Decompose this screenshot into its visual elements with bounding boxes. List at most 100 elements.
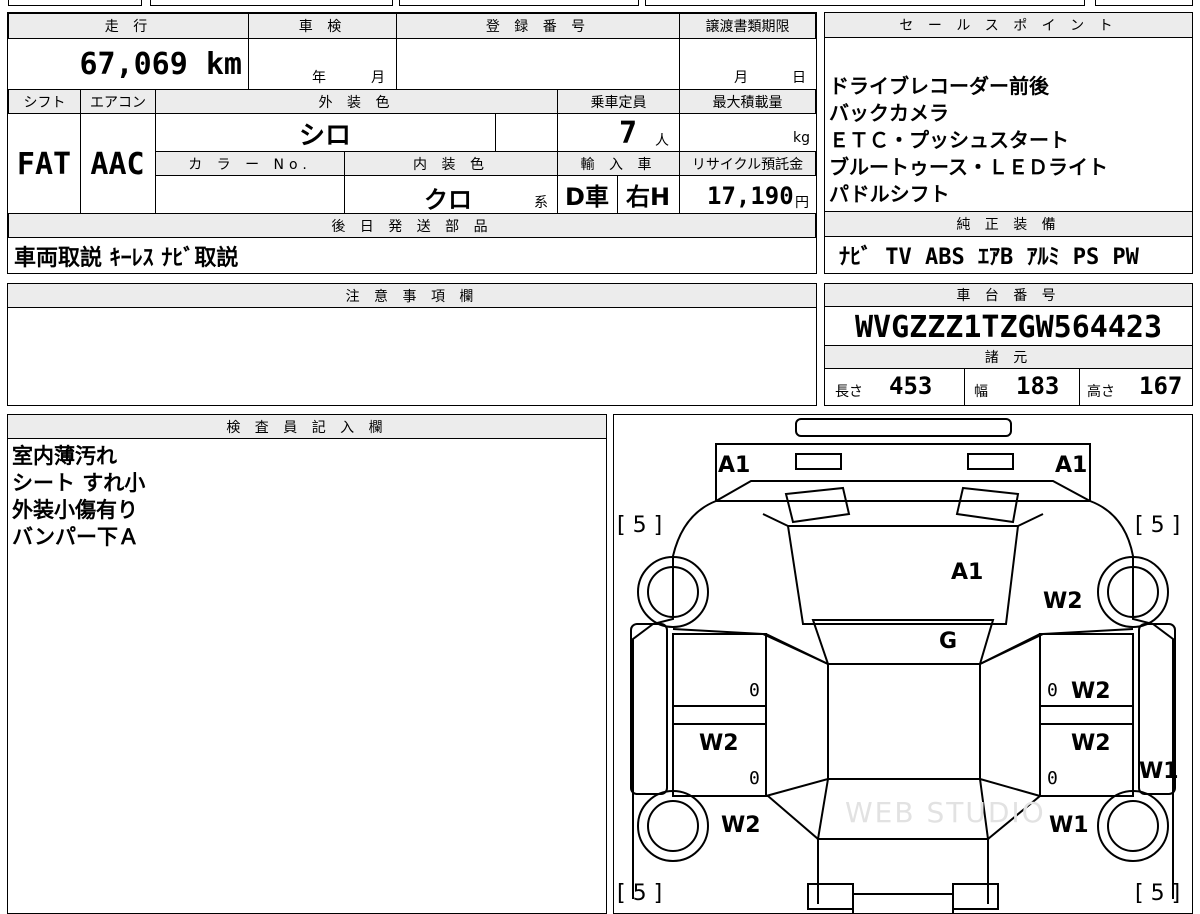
steering-value: 右H [625,183,671,211]
chassis-panel: 車 台 番 号 WVGZZZ1TZGW564423 諸 元 長さ 453 幅 1… [824,283,1193,406]
import-type: D車 [557,176,618,213]
zero-right-rear: 0 [1047,768,1058,789]
mark-hood: A1 [951,560,983,585]
right-mid [1039,705,1134,725]
mark-windshield: G [939,629,957,654]
length-label: 長さ [835,384,863,400]
mark-left-rear-door: W2 [699,731,739,756]
top-clipped-strip [0,0,1200,6]
inspector-line: シート すれ小 [12,471,146,495]
shift-value: FAT [8,114,81,214]
tire-mark-bl: [ 5 ] [617,881,662,906]
capacity-value-cell: 7 人 [557,114,680,152]
inspector-header: 検 査 員 記 入 欄 [7,414,607,439]
inspector-panel: 検 査 員 記 入 欄 室内薄汚れ シート すれ小 外装小傷有り バンパー下Ａ [7,414,607,914]
zero-right-front: 0 [1047,680,1058,701]
mark-left-rear-fender: W2 [721,813,761,838]
mark-right-rear-door: W2 [1071,731,1111,756]
left-rear-wheel-inner [647,800,699,852]
mark-right-rear-fender: W1 [1049,813,1089,838]
height-value: 167 [1139,372,1183,400]
tire-mark-tr: [ 5 ] [1135,513,1180,538]
width-value: 183 [1016,372,1060,400]
inspection-value: 年 月 [248,39,397,89]
hood [786,525,1020,625]
sales-point-item: パドルシフト [829,182,950,206]
windshield [811,619,995,665]
transfer-deadline-value: 月 日 [679,39,816,89]
inspection-year-unit: 年 [312,70,326,86]
interior-color-value: クロ [424,186,472,214]
ac-header: エアコン [80,89,156,114]
sales-point-item: バックカメラ [829,101,949,125]
inspection-month-unit: 月 [371,70,385,86]
hood-line-top [715,480,1091,502]
left-headlight [795,453,842,470]
later-parts-value: 車両取説 ｷｰﾚｽ ﾅﾋﾞ取説 [14,245,239,271]
right-fog [955,486,1020,524]
left-body [632,500,717,899]
exterior-color-value: シロ [155,114,496,152]
left-mid [672,705,767,725]
max-load-value-cell: kg [679,114,816,152]
inspector-line: 室内薄汚れ [12,444,117,468]
right-headlight [967,453,1014,470]
registration-number [396,39,680,89]
capacity-header: 乗車定員 [557,89,680,114]
front-panel [715,443,1091,502]
zero-left-rear: 0 [749,768,760,789]
registration-header: 登 録 番 号 [396,13,680,39]
chassis-header: 車 台 番 号 [824,283,1193,307]
zero-left-front: 0 [749,680,760,701]
specs-row: 長さ 453 幅 183 高さ 167 [825,369,1192,405]
exterior-color-header: 外 装 色 [155,89,558,114]
height-cell: 高さ 167 [1079,369,1192,405]
sales-points-list: ドライブレコーダー前後 バックカメラ ＥＴＣ・プッシュスタート ブルートゥース・… [829,73,1191,208]
color-no-header: カ ラ ー No. [155,151,345,176]
transfer-day-unit: 日 [792,70,806,86]
capacity-unit: 人 [655,133,669,149]
mark-right-front-door: W2 [1071,679,1111,704]
tire-mark-br: [ 5 ] [1135,881,1180,906]
sales-point-item: ＥＴＣ・プッシュスタート [829,128,1069,152]
import-cell: D車 右H [557,176,680,214]
specs-header: 諸 元 [824,345,1193,369]
chassis-number: WVGZZZ1TZGW564423 [854,309,1163,345]
genuine-equipment-header: 純 正 装 備 [824,211,1193,237]
mileage-value: 67,069 km [8,39,249,89]
length-cell: 長さ 453 [825,369,965,405]
recycle-cell: 17,190 円 [679,176,816,214]
import-header: 輸 入 車 [557,151,680,176]
car-diagram: [ 5 ] [ 5 ] [ 5 ] [ 5 ] A1 A1 A1 W2 G W2… [617,418,1180,913]
mark-right-fender: W2 [1043,589,1083,614]
genuine-equipment-panel: 純 正 装 備 ﾅﾋﾞ TV ABS ｴｱB ｱﾙﾐ PS PW [824,211,1193,274]
shift-header: シフト [8,89,81,114]
sales-points-header: セ ー ル ス ポ イ ン ト [824,12,1193,38]
color-no-value [155,176,345,214]
transfer-month-unit: 月 [734,70,748,86]
interior-color-header: 内 装 色 [344,151,558,176]
mileage-header: 走 行 [8,13,249,39]
tire-mark-tl: [ 5 ] [617,513,662,538]
mark-front-left: A1 [718,453,750,478]
notes-header: 注 意 事 項 欄 [7,283,817,308]
sales-point-item: ブルートゥース・ＬＥＤライト [829,155,1108,179]
sales-point-item: ドライブレコーダー前後 [829,74,1049,98]
front-bumper-bar [795,418,1012,437]
inspector-line: バンパー下Ａ [12,525,140,549]
width-cell: 幅 183 [964,369,1080,405]
width-label: 幅 [974,384,988,400]
transfer-deadline-header: 譲渡書類期限 [679,13,816,39]
recycle-header: リサイクル預託金 [679,151,816,176]
rear-bumper [852,893,954,913]
right-rear-wheel-inner [1107,800,1159,852]
left-rocker [630,623,668,795]
capacity-value: 7 [619,116,638,151]
notes-value [14,314,804,394]
inspection-header: 車 検 [248,13,397,39]
recycle-fee: 17,190 [707,182,794,210]
genuine-equipment-value: ﾅﾋﾞ TV ABS ｴｱB ｱﾙﾐ PS PW [839,245,1139,270]
watermark: WEB STUDIO [845,796,1046,829]
left-fog [784,486,851,524]
inspector-line: 外装小傷有り [12,498,138,522]
